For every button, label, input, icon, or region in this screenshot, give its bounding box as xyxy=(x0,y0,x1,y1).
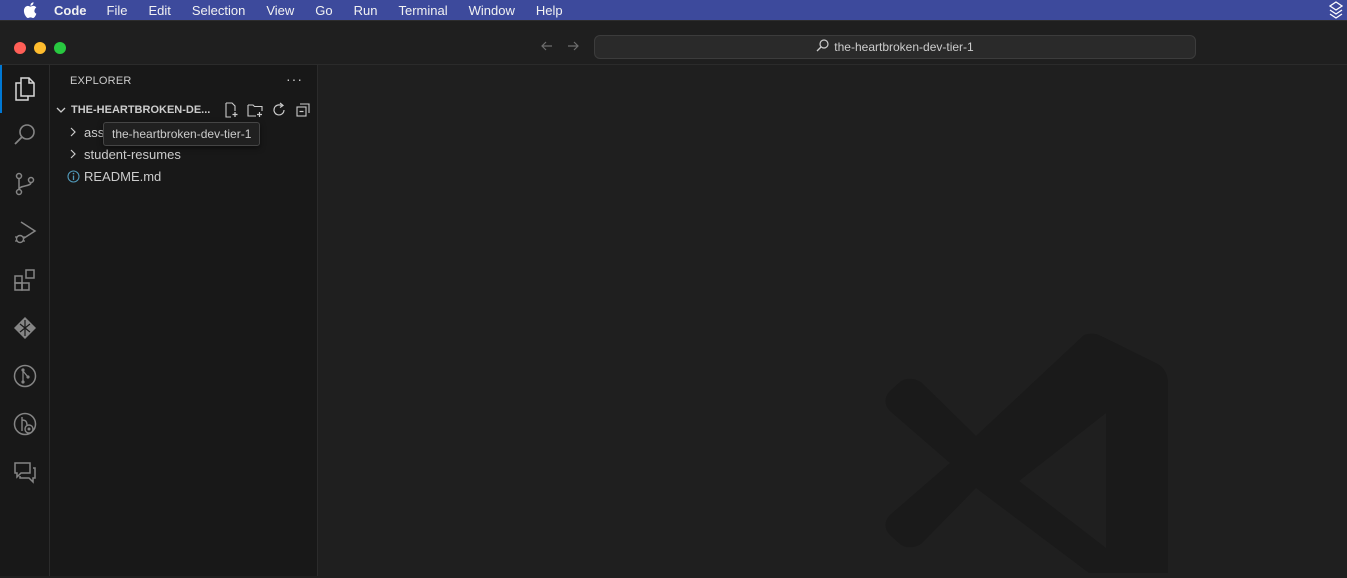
refresh-icon[interactable] xyxy=(270,101,288,119)
apple-icon[interactable] xyxy=(21,1,39,19)
menu-file[interactable]: File xyxy=(107,3,128,18)
macos-menubar: Code File Edit Selection View Go Run Ter… xyxy=(0,0,1347,20)
menu-selection[interactable]: Selection xyxy=(192,3,245,18)
activity-bar xyxy=(0,65,50,576)
layers-icon[interactable] xyxy=(1328,1,1347,19)
chevron-down-icon xyxy=(51,99,71,121)
extensions-icon[interactable] xyxy=(0,256,50,304)
folder-tooltip: the-heartbroken-dev-tier-1 xyxy=(103,122,261,146)
menu-app-name[interactable]: Code xyxy=(54,3,87,18)
close-window-button[interactable] xyxy=(14,42,26,54)
git-graph-icon[interactable] xyxy=(0,352,50,400)
editor-area xyxy=(318,65,1347,576)
chevron-right-icon xyxy=(66,147,80,161)
command-center[interactable]: the-heartbroken-dev-tier-1 xyxy=(594,35,1196,59)
more-actions-icon[interactable]: ··· xyxy=(286,71,303,87)
chevron-right-icon xyxy=(66,125,80,139)
search-icon xyxy=(816,39,834,55)
chat-icon[interactable] xyxy=(0,448,50,496)
menu-help[interactable]: Help xyxy=(536,3,563,18)
folder-name: THE-HEARTBROKEN-DE... xyxy=(71,104,211,116)
tree-item-label: student-resumes xyxy=(84,146,181,162)
menu-edit[interactable]: Edit xyxy=(148,3,170,18)
info-icon xyxy=(66,169,80,183)
menu-window[interactable]: Window xyxy=(469,3,515,18)
menu-terminal[interactable]: Terminal xyxy=(399,3,448,18)
zoom-window-button[interactable] xyxy=(54,42,66,54)
menu-view[interactable]: View xyxy=(266,3,294,18)
remote-explorer-icon[interactable] xyxy=(0,304,50,352)
source-control-icon[interactable] xyxy=(0,160,50,208)
arrow-right-icon[interactable] xyxy=(565,39,581,55)
sidebar-title: EXPLORER xyxy=(70,75,132,87)
menu-run[interactable]: Run xyxy=(354,3,378,18)
menu-go[interactable]: Go xyxy=(315,3,332,18)
command-center-label: the-heartbroken-dev-tier-1 xyxy=(834,40,974,54)
tree-item-folder[interactable]: student-resumes xyxy=(50,143,318,165)
tree-item-file[interactable]: README.md xyxy=(50,165,318,187)
tree-item-label: ass xyxy=(84,124,105,140)
vscode-logo-watermark xyxy=(884,333,1174,578)
window-titlebar: the-heartbroken-dev-tier-1 xyxy=(0,20,1347,65)
explorer-icon[interactable] xyxy=(0,65,50,113)
minimize-window-button[interactable] xyxy=(34,42,46,54)
gitlens-icon[interactable] xyxy=(0,400,50,448)
arrow-left-icon[interactable] xyxy=(539,39,555,55)
search-icon[interactable] xyxy=(0,111,50,159)
new-folder-icon[interactable] xyxy=(246,101,264,119)
run-debug-icon[interactable] xyxy=(0,208,50,256)
collapse-all-icon[interactable] xyxy=(294,101,312,119)
new-file-icon[interactable] xyxy=(222,101,240,119)
tree-item-label: README.md xyxy=(84,168,162,184)
